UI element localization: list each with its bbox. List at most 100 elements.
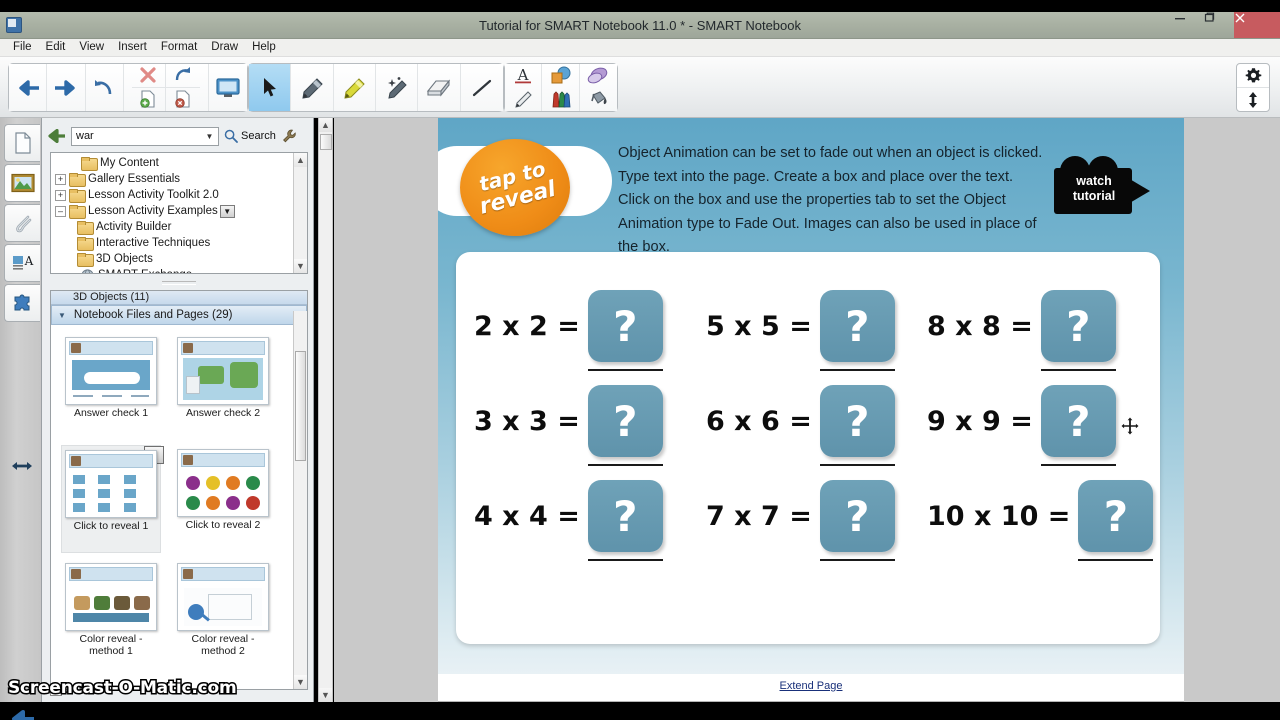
wrench-icon[interactable] — [281, 127, 299, 145]
reveal-box[interactable]: ? — [819, 385, 895, 457]
list-item[interactable]: Click to reveal 2 — [173, 445, 273, 553]
window-title: Tutorial for SMART Notebook 11.0 * - SMA… — [478, 18, 802, 33]
full-screen-button[interactable] — [208, 64, 248, 111]
gallery-tree-scrollbar[interactable]: ▲ ▼ — [293, 153, 307, 273]
tree-expander[interactable]: + — [55, 173, 66, 185]
highlighter-tool[interactable] — [333, 64, 377, 111]
pens-tool[interactable] — [549, 88, 573, 112]
scroll-down-arrow-icon[interactable]: ▼ — [319, 688, 332, 702]
toolbar-group-objects: A — [504, 63, 618, 112]
gallery-item-caption: Answer check 2 — [185, 407, 261, 419]
close-button[interactable] — [1234, 12, 1280, 38]
gallery-splitter[interactable] — [50, 278, 308, 288]
list-item[interactable]: ▼ Click to reveal 1 — [61, 445, 164, 553]
reveal-box[interactable]: ? — [1078, 480, 1154, 552]
pen-tool[interactable] — [291, 64, 334, 111]
eraser-tool[interactable] — [418, 64, 461, 111]
properties-tab[interactable]: A — [4, 244, 40, 282]
add-page-button[interactable] — [132, 87, 166, 111]
green-back-arrow-icon[interactable] — [46, 127, 66, 145]
page-sorter-tab[interactable] — [4, 124, 40, 162]
gallery-search-button-label: Search — [241, 130, 276, 142]
extend-page-link[interactable]: Extend Page — [438, 680, 1184, 692]
workspace[interactable]: tap to reveal Object Animation can be se… — [334, 118, 1280, 702]
gear-icon[interactable] — [1237, 64, 1269, 88]
gallery-search-button[interactable]: Search — [224, 129, 276, 143]
shape-pen-tool[interactable] — [586, 64, 610, 88]
shapes-tool[interactable] — [549, 64, 573, 88]
gallery-category-selected[interactable]: ▼ Notebook Files and Pages (29) — [51, 305, 307, 325]
redo-button[interactable] — [165, 64, 200, 88]
tree-item-label: SMART Exchange — [98, 269, 192, 273]
reveal-box[interactable]: ? — [819, 480, 895, 552]
menu-item-edit[interactable]: Edit — [39, 39, 73, 56]
select-tool[interactable] — [249, 64, 292, 111]
scroll-down-arrow-icon[interactable]: ▼ — [294, 675, 307, 689]
tree-item-gallery-essentials[interactable]: + Gallery Essentials — [51, 171, 293, 187]
gallery-category-above[interactable]: 3D Objects (11) — [51, 291, 307, 305]
reveal-wrapper: ? — [819, 480, 895, 561]
main-toolbar: A — [0, 57, 1280, 118]
creative-pen-tool[interactable] — [512, 88, 534, 112]
reveal-box[interactable]: ? — [587, 385, 663, 457]
tree-expander[interactable]: + — [55, 189, 66, 201]
magic-pen-tool[interactable] — [376, 64, 419, 111]
menu-item-draw[interactable]: Draw — [204, 39, 245, 56]
reveal-box[interactable]: ? — [1040, 385, 1116, 457]
scrollbar-thumb[interactable] — [295, 351, 306, 461]
resize-panel-handle[interactable] — [8, 453, 36, 479]
scroll-up-arrow-icon[interactable]: ▲ — [294, 153, 307, 167]
gallery-content-scrollbar[interactable]: ▼ — [293, 311, 307, 689]
tree-item-interactive-techniques[interactable]: Interactive Techniques — [51, 235, 293, 251]
gallery-search-input[interactable]: war ▼ — [71, 126, 219, 146]
minimize-button[interactable] — [1174, 12, 1203, 38]
tree-item-lesson-activity-examples[interactable]: – Lesson Activity Examples ▼ — [51, 203, 293, 219]
text-tool[interactable]: A — [512, 64, 534, 88]
tree-item-activity-builder[interactable]: Activity Builder — [51, 219, 293, 235]
attachments-tab[interactable] — [4, 204, 40, 242]
delete-button[interactable] — [131, 64, 166, 88]
toolbar-edit-cluster — [124, 64, 209, 111]
grid-cell: 8 x 8 = ? — [927, 290, 1116, 371]
up-down-arrow-icon[interactable] — [1237, 88, 1269, 111]
line-tool[interactable] — [460, 64, 503, 111]
tree-item-dropdown-button[interactable]: ▼ — [219, 204, 235, 218]
menu-item-view[interactable]: View — [72, 39, 111, 56]
menu-item-file[interactable]: File — [6, 39, 39, 56]
maximize-restore-button[interactable] — [1203, 12, 1232, 38]
watch-tutorial-button[interactable]: watch tutorial — [1054, 156, 1154, 214]
scroll-down-arrow-icon[interactable]: ▼ — [294, 259, 307, 273]
list-item[interactable]: Color reveal - method 2 — [173, 559, 273, 677]
panel-scrollbar[interactable]: ▲ ▼ — [318, 118, 333, 702]
list-item[interactable]: Answer check 1 — [61, 333, 161, 439]
grid-cell: 5 x 5 = ? — [706, 290, 895, 371]
menu-item-format[interactable]: Format — [154, 39, 204, 56]
menu-item-help[interactable]: Help — [245, 39, 283, 56]
reveal-box[interactable]: ? — [587, 480, 663, 552]
tree-item-3d-objects[interactable]: 3D Objects — [51, 251, 293, 267]
undo-button[interactable] — [85, 64, 125, 111]
addons-tab[interactable] — [4, 284, 40, 322]
chevron-down-icon[interactable]: ▼ — [203, 130, 216, 143]
reveal-wrapper: ? — [1078, 480, 1154, 561]
tree-item-my-content[interactable]: My Content — [51, 155, 293, 171]
page-footer: Extend Page — [438, 674, 1184, 702]
reveal-box[interactable]: ? — [587, 290, 663, 362]
scrollbar-thumb[interactable] — [320, 134, 332, 150]
scroll-up-arrow-icon[interactable]: ▲ — [319, 118, 332, 132]
notebook-page[interactable]: tap to reveal Object Animation can be se… — [438, 118, 1184, 674]
list-item[interactable]: Color reveal - method 1 — [61, 559, 161, 677]
reveal-box[interactable]: ? — [1040, 290, 1116, 362]
gallery-tab[interactable] — [4, 164, 40, 202]
delete-page-button[interactable] — [166, 88, 200, 112]
paint-bucket-icon[interactable] — [587, 88, 609, 112]
previous-page-button[interactable] — [9, 64, 48, 111]
next-page-button[interactable] — [47, 64, 86, 111]
previous-page-arrow[interactable] — [8, 706, 36, 720]
tree-expander[interactable]: – — [55, 205, 66, 217]
menu-item-insert[interactable]: Insert — [111, 39, 154, 56]
tree-item-lesson-activity-toolkit[interactable]: + Lesson Activity Toolkit 2.0 — [51, 187, 293, 203]
tree-item-smart-exchange[interactable]: SMART Exchange — [51, 267, 293, 273]
list-item[interactable]: Answer check 2 — [173, 333, 273, 439]
reveal-box[interactable]: ? — [819, 290, 895, 362]
